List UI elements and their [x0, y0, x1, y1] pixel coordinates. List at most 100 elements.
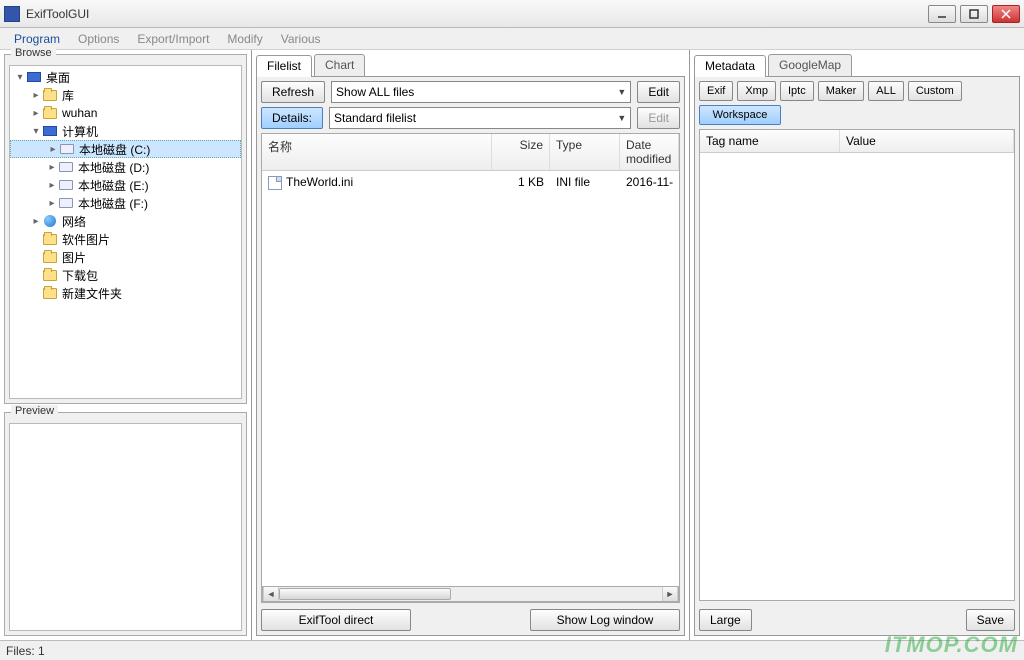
drive-icon	[58, 159, 74, 175]
browse-panel: Browse ▾桌面 ▸库 ▸wuhan ▾计算机 ▸本地磁盘 (C:) ▸本地…	[4, 54, 247, 404]
window-title: ExifToolGUI	[26, 7, 928, 21]
tree-node-computer[interactable]: ▾计算机	[10, 122, 241, 140]
tree-node-lib[interactable]: ▸库	[10, 86, 241, 104]
maker-button[interactable]: Maker	[818, 81, 865, 101]
tab-chart[interactable]: Chart	[314, 54, 365, 76]
metadata-tab-body: Exif Xmp Iptc Maker ALL Custom Workspace…	[694, 76, 1020, 636]
folder-icon	[42, 267, 58, 283]
center-bottom-bar: ExifTool direct Show Log window	[261, 609, 680, 631]
view-row: Details: Standard filelist▼ Edit	[261, 107, 680, 129]
app-icon	[4, 6, 20, 22]
folder-icon	[42, 249, 58, 265]
minimize-button[interactable]	[928, 5, 956, 23]
tree-node-downloads[interactable]: 下载包	[10, 266, 241, 284]
tree-node-drive-d[interactable]: ▸本地磁盘 (D:)	[10, 158, 241, 176]
workspace-button[interactable]: Workspace	[699, 105, 781, 125]
scroll-track[interactable]	[279, 587, 662, 601]
filelist-tab-body: Refresh Show ALL files ▼ Edit Details: St…	[256, 76, 685, 636]
view-select[interactable]: Standard filelist▼	[329, 107, 631, 129]
metadata-body[interactable]	[700, 153, 1014, 600]
col-name[interactable]: 名称	[262, 134, 492, 170]
metadata-list: Tag name Value	[699, 129, 1015, 601]
col-size[interactable]: Size	[492, 134, 550, 170]
tree-node-newfolder[interactable]: 新建文件夹	[10, 284, 241, 302]
save-button[interactable]: Save	[966, 609, 1015, 631]
chevron-down-icon: ▼	[617, 113, 626, 123]
tree-node-network[interactable]: ▸网络	[10, 212, 241, 230]
all-button[interactable]: ALL	[868, 81, 904, 101]
close-button[interactable]	[992, 5, 1020, 23]
exiftool-direct-button[interactable]: ExifTool direct	[261, 609, 411, 631]
preview-panel: Preview	[4, 412, 247, 636]
tree-node-softpics[interactable]: 软件图片	[10, 230, 241, 248]
tab-filelist[interactable]: Filelist	[256, 55, 312, 77]
refresh-button[interactable]: Refresh	[261, 81, 325, 103]
tree-node-pics[interactable]: 图片	[10, 248, 241, 266]
preview-legend: Preview	[11, 405, 58, 417]
drive-icon	[59, 141, 75, 157]
menu-various[interactable]: Various	[273, 30, 329, 48]
right-tabs: Metadata GoogleMap	[694, 54, 1020, 76]
col-date[interactable]: Date modified	[620, 134, 679, 170]
file-list-header: 名称 Size Type Date modified	[262, 134, 679, 171]
file-list: 名称 Size Type Date modified TheWorld.ini …	[261, 133, 680, 603]
file-size: 1 KB	[492, 173, 550, 191]
edit-filter-button[interactable]: Edit	[637, 81, 680, 103]
exif-button[interactable]: Exif	[699, 81, 733, 101]
file-list-body[interactable]: TheWorld.ini 1 KB INI file 2016-11-	[262, 171, 679, 586]
tree-label: 软件图片	[62, 231, 110, 248]
tree-node-drive-e[interactable]: ▸本地磁盘 (E:)	[10, 176, 241, 194]
large-button[interactable]: Large	[699, 609, 752, 631]
file-date: 2016-11-	[620, 173, 679, 191]
col-type[interactable]: Type	[550, 134, 620, 170]
workspace-row: Workspace	[699, 105, 1015, 125]
folder-icon	[42, 87, 58, 103]
left-column: Browse ▾桌面 ▸库 ▸wuhan ▾计算机 ▸本地磁盘 (C:) ▸本地…	[0, 50, 252, 640]
folder-tree[interactable]: ▾桌面 ▸库 ▸wuhan ▾计算机 ▸本地磁盘 (C:) ▸本地磁盘 (D:)…	[9, 65, 242, 399]
edit-view-button[interactable]: Edit	[637, 107, 680, 129]
tree-label: 计算机	[62, 123, 98, 140]
tree-label: 图片	[62, 249, 86, 266]
right-column: Metadata GoogleMap Exif Xmp Iptc Maker A…	[690, 50, 1024, 640]
browse-legend: Browse	[11, 47, 56, 59]
iptc-button[interactable]: Iptc	[780, 81, 814, 101]
scroll-right-icon[interactable]: ►	[662, 587, 678, 601]
menu-options[interactable]: Options	[70, 30, 127, 48]
title-bar: ExifToolGUI	[0, 0, 1024, 28]
menu-modify[interactable]: Modify	[219, 30, 270, 48]
center-column: Filelist Chart Refresh Show ALL files ▼ E…	[252, 50, 690, 640]
drive-icon	[58, 177, 74, 193]
tab-googlemap[interactable]: GoogleMap	[768, 54, 852, 76]
filter-select[interactable]: Show ALL files ▼	[331, 81, 631, 103]
file-name: TheWorld.ini	[286, 175, 353, 189]
tree-node-desktop[interactable]: ▾桌面	[10, 68, 241, 86]
horizontal-scrollbar[interactable]: ◄ ►	[262, 586, 679, 602]
folder-icon	[42, 105, 58, 121]
menu-bar: Program Options Export/Import Modify Var…	[0, 28, 1024, 50]
tree-label: 本地磁盘 (C:)	[79, 141, 150, 158]
file-row[interactable]: TheWorld.ini 1 KB INI file 2016-11-	[262, 171, 679, 194]
menu-export-import[interactable]: Export/Import	[129, 30, 217, 48]
chevron-down-icon: ▼	[617, 87, 626, 97]
tree-label: 下载包	[62, 267, 98, 284]
maximize-button[interactable]	[960, 5, 988, 23]
col-tag-name[interactable]: Tag name	[700, 130, 840, 152]
custom-button[interactable]: Custom	[908, 81, 962, 101]
scroll-thumb[interactable]	[279, 588, 451, 600]
filter-value: Show ALL files	[336, 85, 414, 99]
details-button[interactable]: Details:	[261, 107, 323, 129]
tree-label: 新建文件夹	[62, 285, 122, 302]
tree-node-drive-f[interactable]: ▸本地磁盘 (F:)	[10, 194, 241, 212]
xmp-button[interactable]: Xmp	[737, 81, 776, 101]
show-log-button[interactable]: Show Log window	[530, 609, 680, 631]
folder-icon	[42, 231, 58, 247]
metadata-group-buttons: Exif Xmp Iptc Maker ALL Custom	[699, 81, 1015, 101]
scroll-left-icon[interactable]: ◄	[263, 587, 279, 601]
col-value[interactable]: Value	[840, 130, 1014, 152]
status-files: Files: 1	[6, 644, 45, 658]
tree-node-drive-c[interactable]: ▸本地磁盘 (C:)	[10, 140, 241, 158]
menu-program[interactable]: Program	[6, 30, 68, 48]
tree-node-wuhan[interactable]: ▸wuhan	[10, 104, 241, 122]
tab-metadata[interactable]: Metadata	[694, 55, 766, 77]
monitor-icon	[26, 69, 42, 85]
